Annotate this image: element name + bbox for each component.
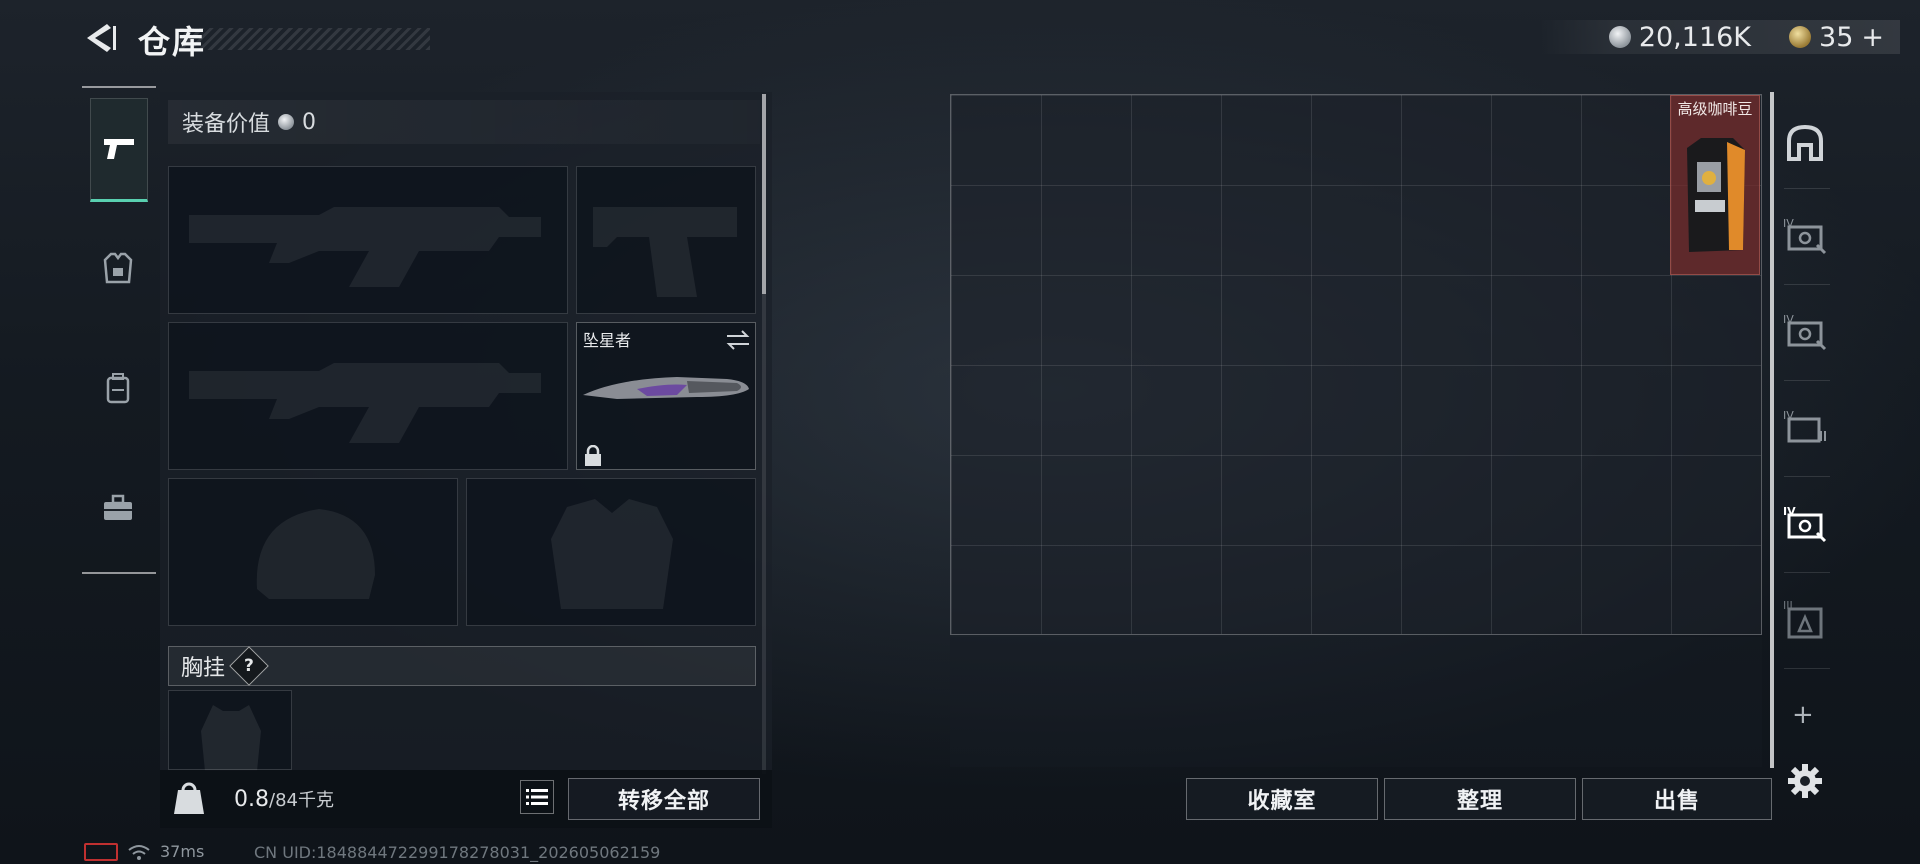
chest-rig-help-badge[interactable]: ?: [229, 646, 269, 686]
primary-weapon-slot-1[interactable]: [168, 166, 568, 314]
storage-item-name: 高级咖啡豆: [1677, 100, 1753, 118]
case-tier-iii-icon: III: [1783, 599, 1823, 639]
back-button[interactable]: [80, 18, 120, 58]
chest-rig-slot[interactable]: [168, 690, 292, 771]
rifle-silhouette-icon: [189, 207, 541, 287]
coffee-bag-icon: [1687, 138, 1745, 252]
user-uid: CN UID:184884472299178278031_20260506215…: [254, 843, 661, 862]
storage-tab-safe-iv-active[interactable]: IV: [1780, 498, 1830, 548]
status-bar: 37ms: [84, 842, 204, 861]
safe-tier-iv-icon: IV: [1783, 313, 1827, 351]
storage-tab-home[interactable]: [1780, 118, 1830, 168]
safe-tier-iv-icon: IV: [1783, 217, 1827, 255]
gold-coin-icon: [1789, 26, 1812, 48]
sidearm-slot[interactable]: [576, 166, 756, 314]
storage-tab-case-iii[interactable]: III: [1780, 594, 1830, 644]
back-arrow-icon: [87, 24, 116, 52]
silver-amount: 20,116K: [1638, 21, 1752, 53]
tab-armor[interactable]: [90, 218, 146, 318]
storage-arch-icon: [1787, 124, 1823, 161]
equipment-value: 0: [302, 109, 317, 135]
pistol-icon: [104, 139, 134, 159]
gear-icon: [1788, 764, 1822, 798]
list-icon: [526, 789, 548, 805]
weight-icon: [174, 782, 204, 814]
gold-amount: 35: [1819, 21, 1854, 53]
armor-silhouette-icon: [551, 499, 673, 609]
chest-rig-silhouette-icon: [201, 705, 261, 771]
primary-weapon-slot-2[interactable]: [168, 322, 568, 470]
equipment-value-header: 装备价值 0: [168, 100, 760, 144]
transfer-all-button[interactable]: 转移全部: [568, 778, 760, 820]
page-title: 仓库: [138, 23, 207, 61]
silver-coin-icon: [278, 114, 295, 130]
helmet-silhouette-icon: [256, 509, 375, 599]
sort-button[interactable]: 整理: [1384, 778, 1576, 820]
chest-rig-bar: 胸挂 ?: [168, 646, 756, 686]
tab-weapons[interactable]: [90, 98, 148, 202]
storage-tab-safe-iv-1[interactable]: IV: [1780, 210, 1830, 260]
backpack-icon: [106, 373, 130, 404]
wifi-icon: [128, 844, 150, 860]
rifle-silhouette-icon: [189, 363, 541, 443]
equipment-value-label: 装备价值: [182, 112, 271, 137]
collection-room-button[interactable]: 收藏室: [1186, 778, 1378, 820]
tab-toolbox[interactable]: [90, 458, 146, 558]
storage-grid: 高级咖啡豆: [950, 94, 1762, 635]
silver-coin-icon: [1608, 26, 1631, 48]
pistol-silhouette-icon: [593, 207, 737, 297]
list-view-button[interactable]: [520, 780, 554, 814]
add-storage-button[interactable]: +: [1792, 700, 1814, 730]
gold-plus-button[interactable]: +: [1861, 22, 1884, 53]
storage-tab-case-iv[interactable]: IV: [1780, 402, 1830, 452]
melee-slot[interactable]: 坠星者: [576, 322, 756, 470]
equipment-scrollbar[interactable]: [762, 94, 766, 774]
settings-button[interactable]: [1780, 756, 1830, 806]
weight-max: /84千克: [269, 790, 334, 811]
sell-button[interactable]: 出售: [1582, 778, 1772, 820]
storage-item-coffee-beans[interactable]: 高级咖啡豆: [1670, 95, 1760, 275]
storage-grid-cells: [951, 95, 1761, 634]
safe-tier-iv-icon: IV: [1783, 505, 1827, 543]
vest-icon: [103, 252, 133, 284]
case-tier-iv-icon: IV: [1783, 409, 1826, 443]
ping-readout: 37ms: [160, 842, 205, 861]
chest-rig-label: 胸挂: [181, 656, 226, 681]
weight-current: 0.8: [234, 787, 269, 812]
category-sidebar: [82, 86, 156, 574]
tab-backpack[interactable]: [90, 338, 146, 438]
body-armor-slot[interactable]: [466, 478, 756, 626]
storage-scrollbar[interactable]: [1770, 92, 1774, 768]
currency-bar: 20,116K 35 +: [1538, 20, 1900, 54]
weight-readout: 0.8/84千克: [234, 786, 334, 812]
storage-lower-area: [950, 637, 1762, 767]
battery-icon: [84, 842, 118, 861]
helmet-slot[interactable]: [168, 478, 458, 626]
swap-arrows-icon[interactable]: [725, 327, 751, 353]
header-stripe: [180, 28, 430, 50]
storage-tab-safe-iv-2[interactable]: IV: [1780, 306, 1830, 356]
toolbox-icon: [104, 494, 132, 520]
lock-icon: [585, 445, 601, 466]
